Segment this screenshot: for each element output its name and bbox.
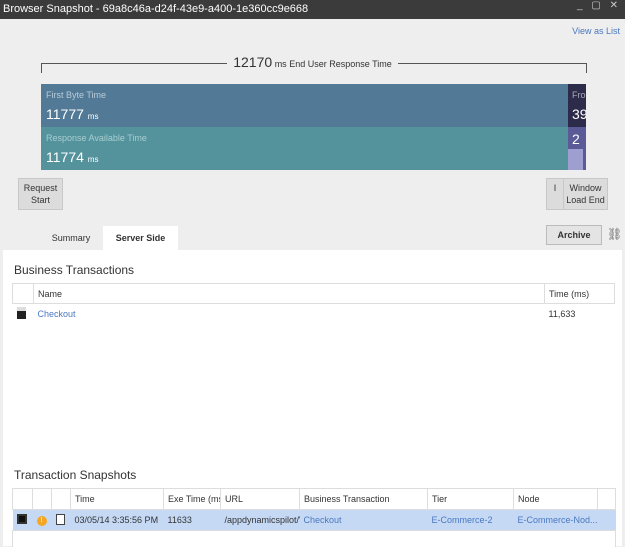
- link-icon[interactable]: ⛓: [607, 227, 622, 241]
- request-start-marker[interactable]: Request Start: [18, 178, 63, 210]
- column-business-transaction[interactable]: Business Transaction: [299, 488, 428, 510]
- response-available-time-bar[interactable]: Response Available Time 11774 ms: [41, 127, 568, 170]
- view-as-list-link[interactable]: View as List: [572, 26, 620, 36]
- column-node[interactable]: Node: [513, 488, 598, 510]
- business-transactions-table: Name Time (ms) Checkout 11,633: [12, 283, 615, 455]
- column-time[interactable]: Time: [70, 488, 164, 510]
- tab-server-side[interactable]: Server Side: [103, 226, 178, 250]
- event-marker[interactable]: I: [546, 178, 564, 210]
- column-exe-time[interactable]: Exe Time (ms): [163, 488, 221, 510]
- front-end-time-bar[interactable]: Fro 39: [568, 84, 586, 127]
- business-transactions-title: Business Transactions: [14, 263, 135, 277]
- document-icon[interactable]: [55, 513, 65, 525]
- snapshot-tier-link[interactable]: E-Commerce-2: [428, 510, 514, 531]
- window-title: Browser Snapshot - 69a8c46a-d24f-43e9-a4…: [3, 3, 309, 15]
- business-transaction-icon: [16, 306, 26, 319]
- column-tier[interactable]: Tier: [427, 488, 514, 510]
- snapshot-bt-link[interactable]: Checkout: [300, 510, 428, 531]
- snapshot-node-link[interactable]: E-Commerce-Nod...: [514, 510, 598, 531]
- archive-button[interactable]: Archive: [546, 225, 602, 245]
- transaction-snapshots-table: Time Exe Time (ms) URL Business Transact…: [12, 488, 616, 547]
- title-bar: Browser Snapshot - 69a8c46a-d24f-43e9-a4…: [0, 0, 625, 19]
- snapshot-type-icon: [16, 514, 27, 524]
- bt-name-link[interactable]: Checkout: [34, 304, 545, 324]
- column-time[interactable]: Time (ms): [544, 283, 615, 304]
- window-controls[interactable]: _ ▢ ✕: [577, 0, 621, 11]
- column-url[interactable]: URL: [220, 488, 300, 510]
- dom-time-bar[interactable]: 2: [568, 127, 586, 170]
- table-row[interactable]: Checkout 11,633: [13, 304, 615, 324]
- table-row[interactable]: ! 03/05/14 3:35:56 PM 11633 /appdynamics…: [12, 509, 616, 531]
- column-name[interactable]: Name: [33, 283, 545, 304]
- warning-icon: !: [36, 516, 47, 526]
- transaction-snapshots-title: Transaction Snapshots: [14, 468, 137, 482]
- total-response-time: 12170 ms End User Response Time: [0, 54, 625, 70]
- first-byte-time-bar[interactable]: First Byte Time 11777 ms: [41, 84, 568, 127]
- dom-ready-segment: [568, 149, 583, 170]
- tab-summary[interactable]: Summary: [40, 226, 102, 250]
- window-load-end-marker[interactable]: Window Load End: [563, 178, 608, 210]
